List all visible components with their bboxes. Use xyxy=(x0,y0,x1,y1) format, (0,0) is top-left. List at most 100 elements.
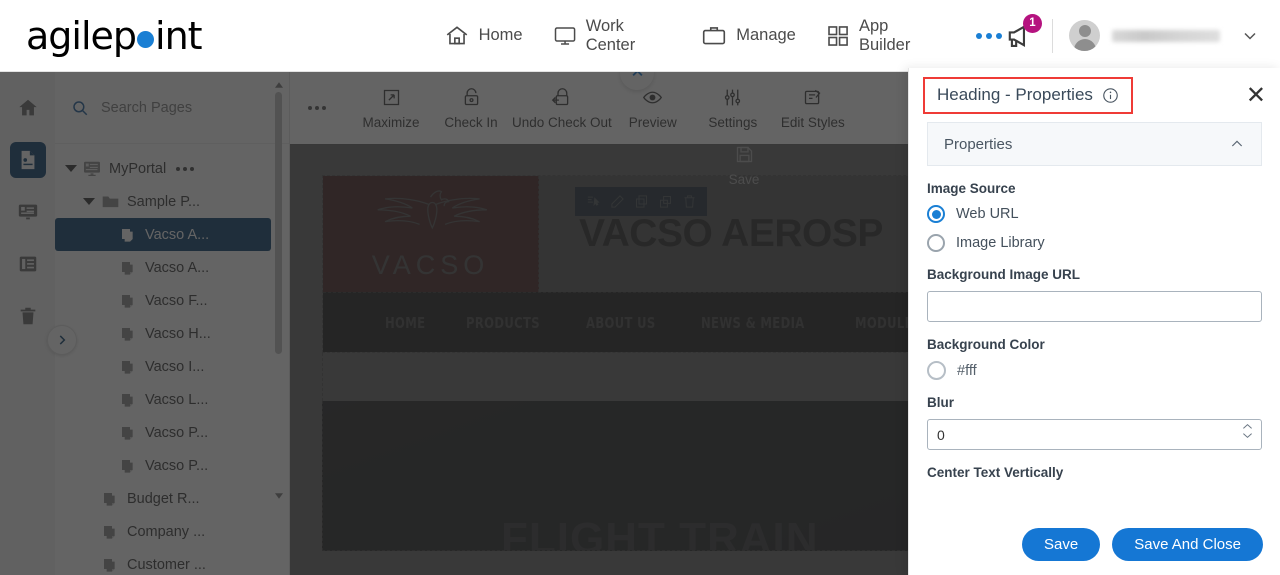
monitor-icon xyxy=(554,26,575,45)
tree-caret[interactable] xyxy=(61,165,81,172)
toolbar-undo-check-out-button[interactable]: Undo Check Out xyxy=(512,87,612,130)
nav-item-home[interactable]: Home xyxy=(444,23,523,49)
page-copy-icon xyxy=(99,557,121,573)
tree-node[interactable]: Sample P... xyxy=(55,185,289,218)
nav-item-app-builder[interactable]: App Builder xyxy=(826,17,938,55)
nav-item-manage[interactable]: Manage xyxy=(701,23,796,49)
scroll-down-arrow[interactable] xyxy=(274,491,283,500)
global-header: agilep int Home Work Center Manage App B… xyxy=(0,0,1280,72)
site-nav-item[interactable]: NEWS & MEDIA xyxy=(701,314,805,332)
app-root: agilep int Home Work Center Manage App B… xyxy=(0,0,1280,575)
radio-image-library-label: Image Library xyxy=(956,235,1045,251)
toolbar-label: Check In xyxy=(444,114,498,130)
vacso-logo-cell[interactable]: VACSO xyxy=(323,176,539,292)
spinner-up-icon[interactable] xyxy=(1242,423,1253,430)
tree-caret[interactable] xyxy=(79,198,99,205)
tree-scrollbar[interactable] xyxy=(274,80,283,500)
search-pages-box[interactable]: Search Pages xyxy=(55,72,289,144)
move-icon[interactable] xyxy=(584,193,602,211)
tree-node[interactable]: Vacso P... xyxy=(55,416,289,449)
properties-accordion-header[interactable]: Properties xyxy=(927,122,1262,166)
background-color-label: Background Color xyxy=(927,337,1045,352)
edit-icon[interactable] xyxy=(608,193,626,211)
toolbar-label: Maximize xyxy=(362,114,420,130)
blur-spin-buttons[interactable] xyxy=(1242,423,1253,439)
toolbar-check-in-button[interactable]: Check In xyxy=(432,87,510,130)
tree-node[interactable]: Vacso P... xyxy=(55,449,289,482)
save-button[interactable]: Save xyxy=(1022,527,1101,561)
notifications-button[interactable]: 1 xyxy=(1002,13,1042,53)
tree-node[interactable]: Vacso H... xyxy=(55,317,289,350)
save-and-close-button[interactable]: Save And Close xyxy=(1112,527,1263,561)
nav-label-app-builder: App Builder xyxy=(858,16,911,54)
color-swatch[interactable] xyxy=(927,361,946,380)
tree-node[interactable]: Company ... xyxy=(55,515,289,548)
maximize-icon xyxy=(383,89,399,105)
background-image-url-input[interactable] xyxy=(927,291,1262,322)
tree-node[interactable]: Customer ... xyxy=(55,548,289,575)
tree-node-label: Customer ... xyxy=(127,556,206,573)
tree-node[interactable]: Vacso A... xyxy=(55,251,289,284)
toolbar-maximize-button[interactable]: Maximize xyxy=(352,87,430,130)
eagle-logo-icon xyxy=(377,189,488,229)
page-copy-icon xyxy=(104,492,115,506)
toolbar-overflow-icon[interactable] xyxy=(308,106,326,110)
site-nav-item[interactable]: HOME xyxy=(385,314,425,332)
tree-node[interactable]: Vacso L... xyxy=(55,383,289,416)
rail-item-list[interactable] xyxy=(10,246,46,282)
radio-image-library[interactable]: Image Library xyxy=(927,234,1262,252)
page-copy-icon xyxy=(117,260,139,276)
rail-item-portal[interactable] xyxy=(10,194,46,230)
logo-text-right: int xyxy=(155,13,203,58)
nav-item-work-center[interactable]: Work Center xyxy=(553,17,672,55)
eye-icon xyxy=(643,91,663,103)
image-source-label: Image Source xyxy=(927,181,1016,196)
user-name-label xyxy=(1112,29,1220,42)
page-copy-icon xyxy=(104,525,115,539)
site-nav-item[interactable]: ABOUT US xyxy=(586,314,656,332)
info-icon[interactable] xyxy=(1102,87,1119,104)
toolbar-settings-button[interactable]: Settings xyxy=(694,87,772,130)
user-avatar-icon[interactable] xyxy=(1069,20,1100,51)
header-divider xyxy=(1052,18,1053,53)
close-icon[interactable]: ✕ xyxy=(1246,84,1266,108)
page-copy-icon xyxy=(117,458,139,474)
tree-node-menu-icon[interactable] xyxy=(176,166,195,171)
nav-label-manage: Manage xyxy=(736,26,796,44)
delete-icon[interactable] xyxy=(680,193,698,211)
spinner-down-icon[interactable] xyxy=(1242,432,1253,439)
tree-node-label: MyPortal xyxy=(109,160,167,177)
toolbar-label: Preview xyxy=(628,114,677,130)
duplicate-icon[interactable] xyxy=(656,193,674,211)
color-value-label: #fff xyxy=(957,362,977,379)
rail-item-trash[interactable] xyxy=(10,298,46,334)
chevron-down-icon[interactable] xyxy=(1240,26,1260,46)
trash-icon xyxy=(20,307,35,325)
tree-node[interactable]: Budget R... xyxy=(55,482,289,515)
scroll-thumb[interactable] xyxy=(275,92,282,354)
tree-node[interactable]: Vacso I... xyxy=(55,350,289,383)
radio-web-url[interactable]: Web URL xyxy=(927,205,1262,223)
search-input[interactable]: Search Pages xyxy=(101,100,192,116)
page-copy-icon xyxy=(122,459,133,473)
rail-item-home[interactable] xyxy=(10,90,46,126)
toolbar-preview-button[interactable]: Preview xyxy=(614,87,692,130)
site-nav-item[interactable]: PRODUCTS xyxy=(466,314,540,332)
tree-node[interactable]: Vacso A... xyxy=(55,218,271,251)
expand-panel-button[interactable] xyxy=(47,325,77,355)
radio-image-library-indicator xyxy=(927,234,945,252)
background-color-picker[interactable]: #fff xyxy=(927,361,1262,380)
pages-tree-panel: Search Pages MyPortal Sample P... Vacso … xyxy=(55,72,290,575)
page-copy-icon xyxy=(117,293,139,309)
caret-down-icon xyxy=(65,165,77,172)
agilepoint-logo[interactable]: agilep int xyxy=(26,13,203,58)
more-dots-icon[interactable] xyxy=(976,32,1002,39)
tree-node[interactable]: Vacso F... xyxy=(55,284,289,317)
main-navigation: Home Work Center Manage App Builder xyxy=(444,17,1002,55)
scroll-up-arrow[interactable] xyxy=(274,80,283,89)
copy-icon[interactable] xyxy=(632,193,650,211)
tree-node[interactable]: MyPortal xyxy=(55,152,289,185)
rail-item-pages[interactable] xyxy=(9,142,46,178)
toolbar-edit-styles-button[interactable]: Edit Styles xyxy=(774,87,852,130)
blur-input[interactable] xyxy=(927,419,1262,450)
